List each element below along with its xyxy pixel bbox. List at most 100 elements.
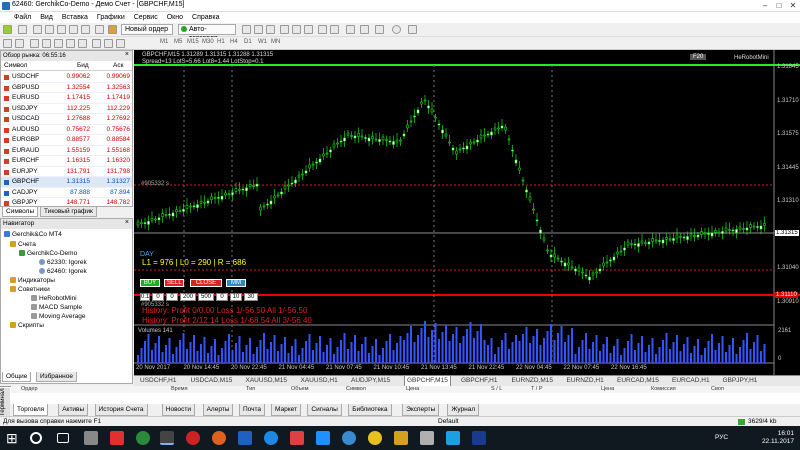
shift-icon[interactable] bbox=[330, 25, 339, 34]
menu-help[interactable]: Справка bbox=[192, 12, 219, 23]
new-chart-icon[interactable] bbox=[3, 25, 12, 34]
terminal-column[interactable]: S / L bbox=[491, 386, 502, 392]
wizard-icon[interactable] bbox=[108, 25, 117, 34]
param-field[interactable]: 0 bbox=[152, 293, 164, 301]
tf-d1[interactable]: D1 bbox=[244, 39, 252, 45]
autotrade-button[interactable]: Авто-торговля bbox=[178, 24, 236, 42]
close-all-button[interactable]: CLOSE bbox=[190, 279, 222, 287]
terminal-column[interactable]: Объем bbox=[291, 386, 309, 392]
market-watch-row[interactable]: EURGBP 0.88577 0.88584 bbox=[1, 135, 132, 146]
zoom-in-icon[interactable] bbox=[280, 25, 289, 34]
close-icon[interactable]: × bbox=[125, 219, 129, 226]
skype-icon[interactable] bbox=[446, 431, 460, 445]
market-watch-icon[interactable] bbox=[33, 25, 42, 34]
nav-ea-3[interactable]: Moving Average bbox=[31, 313, 86, 320]
terminal-column[interactable]: Символ bbox=[346, 386, 366, 392]
menu-view[interactable]: Вид bbox=[40, 12, 53, 23]
profiles-icon[interactable] bbox=[18, 25, 27, 34]
terminal-column[interactable]: Комиссия bbox=[651, 386, 676, 392]
nav-root[interactable]: Gerchik&Co MT4 bbox=[4, 231, 62, 238]
label-icon[interactable] bbox=[104, 39, 113, 48]
nav-indicators[interactable]: Индикаторы bbox=[10, 277, 55, 284]
chart-tab[interactable]: EURNZD,H1 bbox=[565, 376, 606, 386]
nav-account-2[interactable]: 62460: Igorek bbox=[39, 268, 87, 275]
editor-icon[interactable] bbox=[95, 25, 104, 34]
options-icon[interactable] bbox=[392, 25, 401, 34]
param-field[interactable]: 0 bbox=[216, 293, 228, 301]
indicators-icon[interactable] bbox=[346, 25, 355, 34]
chrome-icon[interactable] bbox=[368, 431, 382, 445]
tf-mn[interactable]: MN bbox=[271, 39, 280, 45]
tf-m30[interactable]: M30 bbox=[202, 39, 214, 45]
word-icon[interactable] bbox=[472, 431, 486, 445]
app-avast-icon[interactable] bbox=[212, 431, 226, 445]
chart-tab[interactable]: XAUUSD,H1 bbox=[299, 376, 340, 386]
tab-common[interactable]: Общие bbox=[2, 372, 32, 382]
nav-ea-1[interactable]: HeRobotMini bbox=[31, 295, 77, 302]
chart-tab[interactable]: XAUUSD,M15 bbox=[244, 376, 290, 386]
candles-icon[interactable] bbox=[254, 25, 263, 34]
terminal-tab[interactable]: Маркет bbox=[271, 404, 302, 416]
tf-w1[interactable]: W1 bbox=[258, 39, 267, 45]
periods-icon[interactable] bbox=[360, 25, 369, 34]
terminal-icon[interactable] bbox=[69, 25, 78, 34]
tab-symbols[interactable]: Символы bbox=[2, 207, 39, 217]
explorer-icon[interactable] bbox=[394, 431, 408, 445]
market-watch-row[interactable]: USDCHF 0.99062 0.99069 bbox=[1, 72, 132, 83]
chart-tab[interactable]: EURNZD,M15 bbox=[510, 376, 556, 386]
market-watch-row[interactable]: USDCAD 1.27688 1.27692 bbox=[1, 114, 132, 125]
market-watch-row[interactable]: GBPCHF 1.31315 1.31327 bbox=[1, 177, 132, 188]
templates-icon[interactable] bbox=[375, 25, 384, 34]
horizontal-line-icon[interactable] bbox=[42, 39, 51, 48]
menu-tools[interactable]: Сервис bbox=[134, 12, 158, 23]
buy-button[interactable]: BUY bbox=[140, 279, 160, 287]
nav-account-1[interactable]: 62330: Igorek bbox=[39, 259, 87, 266]
param-field[interactable]: 0 bbox=[166, 293, 178, 301]
terminal-tab[interactable]: Журнал bbox=[447, 404, 480, 416]
bar-chart-icon[interactable] bbox=[242, 25, 251, 34]
nav-ea-2[interactable]: MACD Sample bbox=[31, 304, 82, 311]
navigator-icon[interactable] bbox=[57, 25, 66, 34]
nav-accounts[interactable]: Счета bbox=[10, 241, 36, 248]
vertical-line-icon[interactable] bbox=[30, 39, 39, 48]
app-red-icon[interactable] bbox=[110, 431, 124, 445]
param-field[interactable]: 10 bbox=[230, 293, 242, 301]
chart-tab[interactable]: GBPCHF,H1 bbox=[459, 376, 499, 386]
store-icon[interactable] bbox=[420, 431, 434, 445]
chart-tab[interactable]: USDCAD,M15 bbox=[189, 376, 235, 386]
text-icon[interactable] bbox=[92, 39, 101, 48]
market-watch-row[interactable]: EURJPY 131.791 131.798 bbox=[1, 167, 132, 177]
search-icon[interactable] bbox=[30, 432, 42, 444]
terminal-tab[interactable]: Почта bbox=[239, 404, 266, 416]
tile-icon[interactable] bbox=[304, 25, 313, 34]
terminal-column[interactable]: Цена bbox=[601, 386, 614, 392]
tf-m1[interactable]: M1 bbox=[160, 39, 168, 45]
market-watch-row[interactable]: AUDUSD 0.75672 0.75676 bbox=[1, 125, 132, 135]
tf-m5[interactable]: M5 bbox=[174, 39, 182, 45]
col-bid[interactable]: Бид bbox=[77, 62, 89, 69]
nav-server[interactable]: GerchikCo-Demo bbox=[19, 250, 77, 257]
close-icon[interactable]: × bbox=[125, 51, 129, 58]
tf-h4[interactable]: H4 bbox=[230, 39, 238, 45]
app-q-icon[interactable] bbox=[136, 431, 150, 445]
terminal-tab[interactable]: Активы bbox=[58, 404, 89, 416]
param-field[interactable]: 0.1 bbox=[140, 293, 150, 301]
chart-tab[interactable]: EURCAD,M15 bbox=[615, 376, 661, 386]
maximize-icon[interactable]: □ bbox=[772, 0, 786, 11]
market-watch-row[interactable]: GBPUSD 1.32554 1.32563 bbox=[1, 83, 132, 93]
data-window-icon[interactable] bbox=[45, 25, 54, 34]
edge-icon[interactable] bbox=[316, 431, 330, 445]
crosshair-icon[interactable] bbox=[15, 39, 24, 48]
line-chart-icon[interactable] bbox=[266, 25, 275, 34]
zoom-out-icon[interactable] bbox=[292, 25, 301, 34]
market-watch-row[interactable]: EURCHF 1.16315 1.16320 bbox=[1, 156, 132, 167]
trendline-icon[interactable] bbox=[54, 39, 63, 48]
app-metatrader-icon[interactable] bbox=[160, 431, 174, 445]
new-order-button[interactable]: Новый ордер bbox=[121, 24, 173, 35]
mm-button[interactable]: MM bbox=[226, 279, 246, 287]
terminal-column[interactable]: Время bbox=[171, 386, 188, 392]
param-field[interactable]: 30 bbox=[244, 293, 258, 301]
tab-favorites[interactable]: Избранное bbox=[36, 372, 77, 382]
menu-file[interactable]: Файл bbox=[14, 12, 31, 23]
chart-canvas[interactable] bbox=[134, 50, 800, 375]
